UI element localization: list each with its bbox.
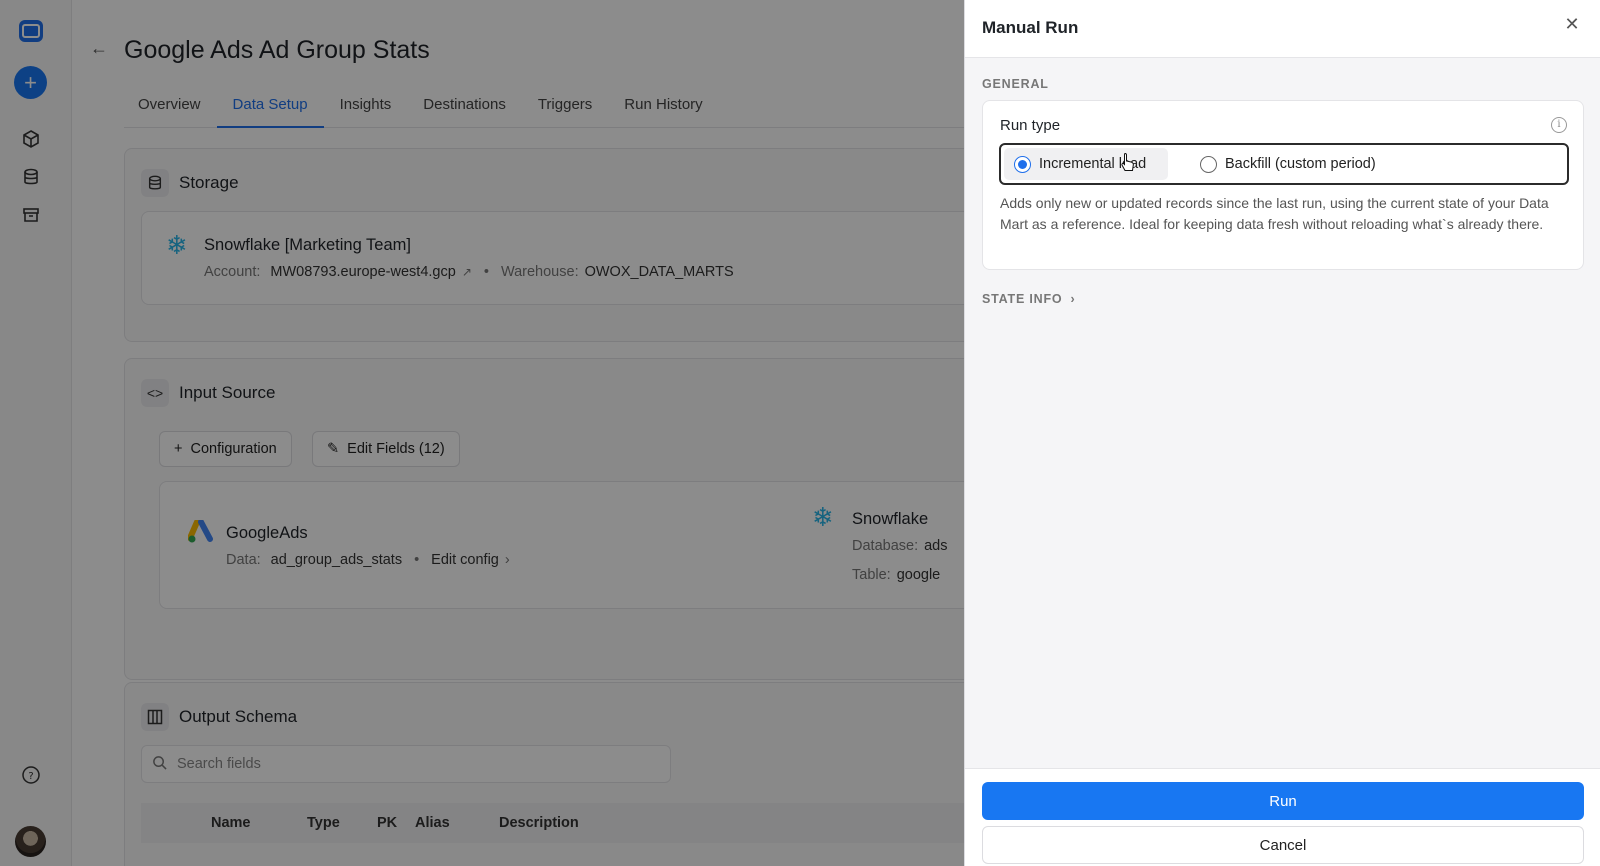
state-info-label: STATE INFO: [982, 292, 1063, 306]
chevron-right-icon: ›: [1070, 292, 1076, 306]
radio-unselected-icon: [1200, 155, 1217, 173]
run-type-radio-group: Incremental load Backfill (custom period…: [999, 143, 1569, 185]
hand-cursor-icon: [1121, 152, 1135, 172]
backfill-label: Backfill (custom period): [1225, 156, 1376, 172]
section-general-label: GENERAL: [982, 77, 1049, 91]
modal-backdrop[interactable]: [0, 0, 964, 866]
general-card: Run type i Incremental load Backfill (cu…: [982, 100, 1584, 270]
close-icon[interactable]: ✕: [1562, 14, 1582, 34]
cancel-button[interactable]: Cancel: [982, 826, 1584, 864]
radio-selected-icon: [1014, 155, 1031, 173]
run-button[interactable]: Run: [982, 782, 1584, 820]
drawer-footer: Run Cancel: [965, 768, 1600, 866]
drawer-title: Manual Run: [982, 18, 1079, 37]
manual-run-drawer: Manual Run ✕ GENERAL Run type i Incremen…: [964, 0, 1600, 866]
backfill-option[interactable]: Backfill (custom period): [1190, 148, 1430, 180]
drawer-header: Manual Run ✕: [965, 0, 1600, 58]
incremental-load-option[interactable]: Incremental load: [1004, 148, 1168, 180]
run-type-label: Run type: [1000, 117, 1061, 134]
info-icon[interactable]: i: [1551, 117, 1567, 133]
state-info-toggle[interactable]: STATE INFO ›: [982, 292, 1075, 306]
run-type-description: Adds only new or updated records since t…: [1000, 195, 1549, 232]
